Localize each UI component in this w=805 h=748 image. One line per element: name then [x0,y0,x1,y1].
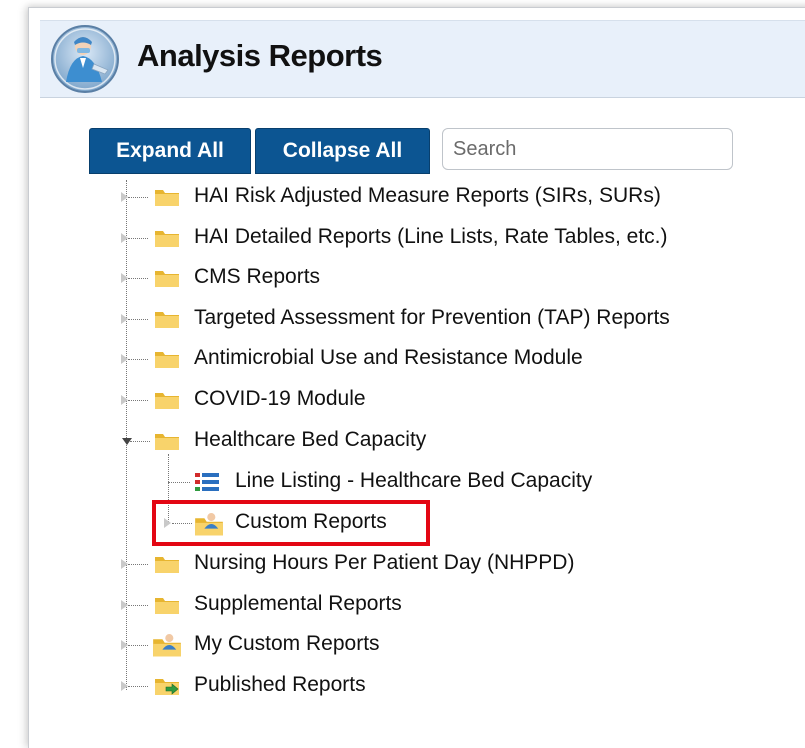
folder-icon [155,271,179,287]
search-input[interactable] [442,128,733,170]
expand-arrow-icon[interactable] [121,600,128,610]
tree-item-hai-detailed[interactable]: HAI Detailed Reports (Line Lists, Rate T… [118,223,738,253]
folder-icon [155,352,179,368]
tree-item-covid-19[interactable]: COVID-19 Module [118,385,518,415]
expand-arrow-icon[interactable] [121,314,128,324]
tree-item-label: COVID-19 Module [194,387,366,410]
folder-icon [155,393,179,409]
tree-item-my-custom-reports[interactable]: My Custom Reports [118,630,518,660]
tree-item-label: Published Reports [194,673,366,696]
folder-icon [155,312,179,328]
tree-item-label: Targeted Assessment for Prevention (TAP)… [194,306,670,329]
tree-item-label: CMS Reports [194,265,321,288]
tree-item-label: Antimicrobial Use and Resistance Module [194,346,583,369]
tree-item-label: Healthcare Bed Capacity [194,428,427,451]
folder-icon [155,434,179,450]
highlight-box [152,500,430,546]
folder-icon [155,598,179,614]
expand-arrow-icon[interactable] [121,395,128,405]
tree-item-supplemental[interactable]: Supplemental Reports [118,590,518,620]
folder-icon [155,190,179,206]
expand-arrow-icon[interactable] [121,233,128,243]
tree-item-antimicrobial[interactable]: Antimicrobial Use and Resistance Module [118,344,678,374]
expand-arrow-icon[interactable] [121,354,128,364]
folder-icon [155,557,179,573]
expand-all-button[interactable]: Expand All [89,128,251,174]
tree-item-label: Nursing Hours Per Patient Day (NHPPD) [194,551,575,574]
tree-item-label: Supplemental Reports [194,592,402,615]
tree-item-published-reports[interactable]: Published Reports [118,671,518,701]
expand-arrow-icon[interactable] [121,192,128,202]
page-title: Analysis Reports [137,38,383,73]
expand-arrow-icon[interactable] [121,681,128,691]
tree-item-label: Line Listing - Healthcare Bed Capacity [235,469,593,492]
tree-item-tap-reports[interactable]: Targeted Assessment for Prevention (TAP)… [118,304,758,334]
line-list-icon [195,473,219,491]
published-folder-icon [155,679,179,695]
tree-item-healthcare-bed-capacity[interactable]: Healthcare Bed Capacity [118,426,578,456]
collapse-all-button[interactable]: Collapse All [255,128,430,174]
tree-item-cms-reports[interactable]: CMS Reports [118,263,518,293]
nhsn-analysis-logo-icon [51,25,119,93]
tree-item-label: HAI Detailed Reports (Line Lists, Rate T… [194,225,668,248]
expand-arrow-icon[interactable] [121,273,128,283]
expand-arrow-icon[interactable] [121,640,128,650]
custom-report-folder-icon [153,634,181,657]
tree-item-nhppd[interactable]: Nursing Hours Per Patient Day (NHPPD) [118,549,638,579]
tree-item-label: HAI Risk Adjusted Measure Reports (SIRs,… [194,184,661,207]
folder-icon [155,231,179,247]
tree-item-line-listing-bed-capacity[interactable]: Line Listing - Healthcare Bed Capacity [160,467,640,497]
tree-item-hai-risk-adjusted[interactable]: HAI Risk Adjusted Measure Reports (SIRs,… [118,182,718,212]
expand-arrow-icon[interactable] [121,559,128,569]
tree-item-label: My Custom Reports [194,632,380,655]
